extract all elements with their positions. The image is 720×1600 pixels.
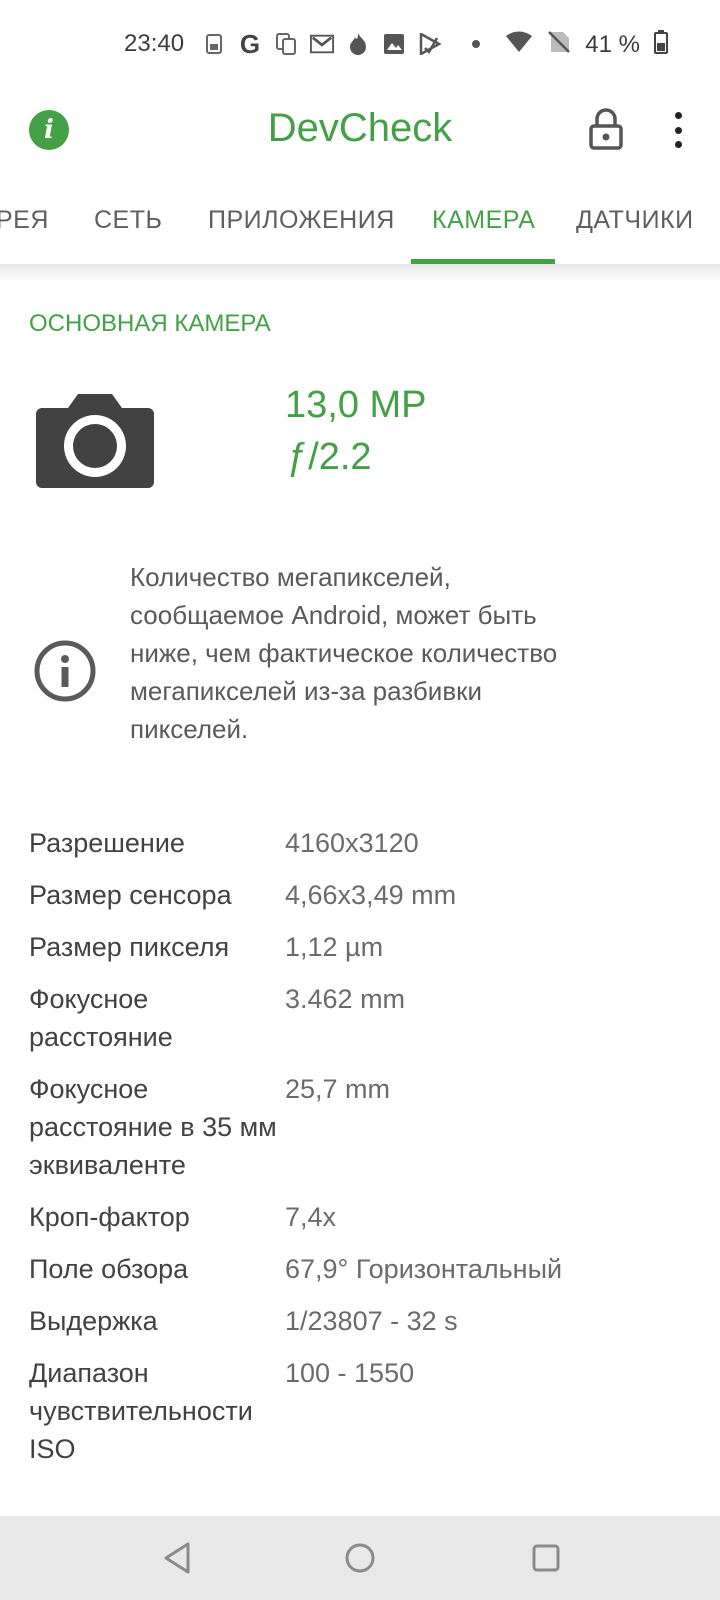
gmail-icon xyxy=(310,32,334,56)
nav-recents-icon[interactable] xyxy=(526,1538,566,1578)
tab-network[interactable]: СЕТЬ xyxy=(94,206,162,235)
spec-value: 1,12 µm xyxy=(285,932,384,962)
camera-icon xyxy=(34,390,156,490)
megapixel-note: Количество мегапикселей, сообщаемое Andr… xyxy=(130,562,558,744)
notification-icons: G xyxy=(202,28,488,59)
tab-apps[interactable]: ПРИЛОЖЕНИЯ xyxy=(208,206,395,235)
spec-row: Фокусное расстояние в 35 мм эквиваленте … xyxy=(29,1064,689,1192)
lock-icon[interactable] xyxy=(588,108,624,150)
spec-key: Выдержка xyxy=(29,1306,158,1336)
spec-row: Размер пикселя 1,12 µm xyxy=(29,922,689,974)
no-sim-icon xyxy=(547,30,571,59)
spec-key: Разрешение xyxy=(29,828,185,858)
spec-key: Поле обзора xyxy=(29,1254,189,1284)
nav-back-icon[interactable] xyxy=(158,1538,198,1578)
wifi-icon xyxy=(505,31,533,58)
spec-key: Фокусное расстояние xyxy=(29,984,173,1052)
overflow-menu-icon[interactable] xyxy=(670,112,686,148)
spec-row: Выдержка 1/23807 - 32 s xyxy=(29,1296,689,1348)
spec-value: 67,9° Горизонтальный xyxy=(285,1254,563,1284)
battery-percent: 41 % xyxy=(585,30,640,58)
spec-key: Размер сенсора xyxy=(29,880,232,910)
image-icon xyxy=(382,32,406,56)
camera-specs-list: Разрешение 4160x3120 Размер сенсора 4,66… xyxy=(29,818,689,1476)
status-bar: 23:40 G 41 % xyxy=(0,0,720,96)
status-time: 23:40 xyxy=(124,30,185,57)
system-status: 41 % xyxy=(505,30,668,59)
tab-bar: РЕЯ СЕТЬ ПРИЛОЖЕНИЯ КАМЕРА ДАТЧИКИ xyxy=(0,186,720,264)
spec-value: 100 - 1550 xyxy=(285,1358,415,1388)
spec-value: 1/23807 - 32 s xyxy=(285,1306,458,1336)
info-outline-icon xyxy=(34,640,96,702)
spec-row: Поле обзора 67,9° Горизонтальный xyxy=(29,1244,689,1296)
tab-sensors[interactable]: ДАТЧИКИ xyxy=(576,206,694,235)
tab-battery[interactable]: РЕЯ xyxy=(0,206,49,235)
spec-key: Диапазон чувствительности ISO xyxy=(29,1358,253,1464)
nav-home-icon[interactable] xyxy=(340,1538,380,1578)
tab-bar-shadow xyxy=(0,264,720,282)
spec-row: Разрешение 4160x3120 xyxy=(29,818,689,870)
aperture-value: ƒ/2.2 xyxy=(287,436,372,478)
spec-value: 7,4x xyxy=(285,1202,337,1232)
spec-row: Кроп-фактор 7,4x xyxy=(29,1192,689,1244)
system-nav-bar xyxy=(0,1516,720,1600)
megapixels-value: 13,0 MP xyxy=(285,384,427,426)
spec-value: 3.462 mm xyxy=(285,984,406,1014)
google-icon: G xyxy=(239,28,261,59)
sim-icon xyxy=(202,32,226,56)
play-store-icon xyxy=(418,32,442,56)
copy-icon xyxy=(274,32,298,56)
spec-row: Фокусное расстояние 3.462 mm xyxy=(29,974,689,1064)
spec-row: Размер сенсора 4,66x3,49 mm xyxy=(29,870,689,922)
dot-icon xyxy=(464,32,488,56)
section-title: ОСНОВНАЯ КАМЕРА xyxy=(29,310,271,337)
spec-value: 4,66x3,49 mm xyxy=(285,880,457,910)
spec-row: Диапазон чувствительности ISO 100 - 1550 xyxy=(29,1348,689,1476)
spec-value: 4160x3120 xyxy=(285,828,419,858)
spec-value: 25,7 mm xyxy=(285,1074,391,1104)
spec-key: Кроп-фактор xyxy=(29,1202,190,1232)
spec-key: Размер пикселя xyxy=(29,932,230,962)
spec-key: Фокусное расстояние в 35 мм эквиваленте xyxy=(29,1074,277,1180)
tab-camera[interactable]: КАМЕРА xyxy=(432,206,535,235)
battery-icon xyxy=(654,30,668,59)
fire-icon xyxy=(346,32,370,56)
